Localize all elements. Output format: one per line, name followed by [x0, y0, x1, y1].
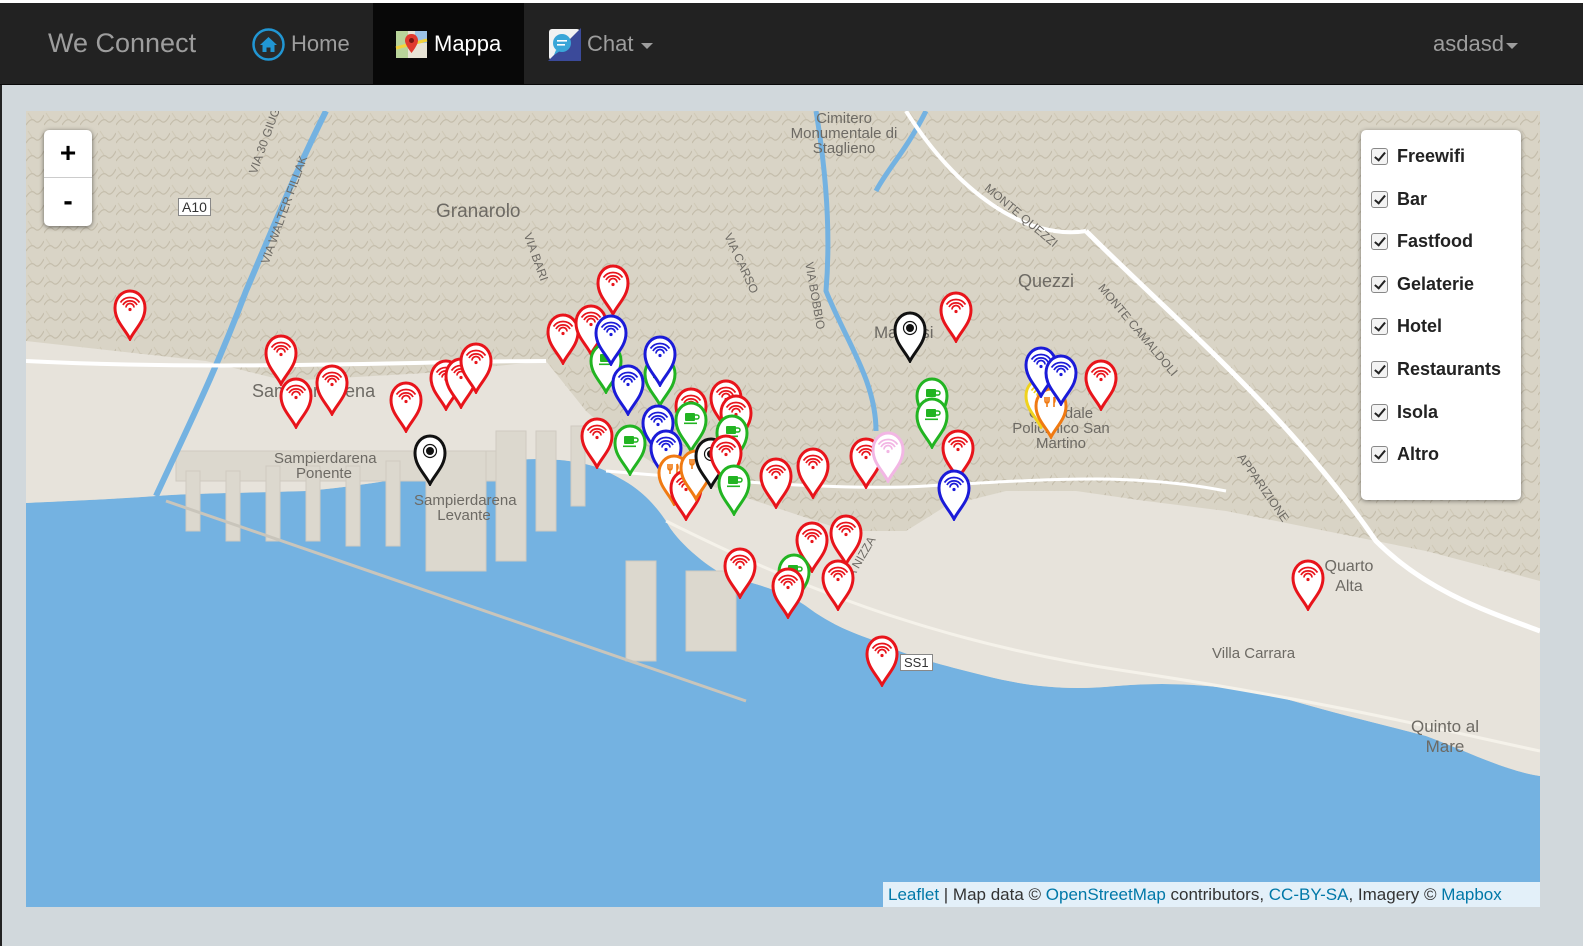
- nav-home[interactable]: Home: [252, 3, 350, 85]
- poi-marker-icon[interactable]: [412, 434, 448, 488]
- checkbox[interactable]: [1371, 318, 1388, 336]
- layer-hotel[interactable]: Hotel: [1361, 316, 1521, 359]
- layer-label: Freewifi: [1397, 146, 1466, 166]
- place-label: SS1: [900, 654, 933, 671]
- brand-logo[interactable]: We Connect: [48, 23, 196, 63]
- bar-marker-icon[interactable]: [716, 464, 752, 518]
- place-label: Sampierdarena Levante: [414, 492, 517, 524]
- attribution-text: contributors,: [1165, 885, 1269, 904]
- wifi-marker-icon[interactable]: [388, 381, 424, 435]
- wifi-marker-icon[interactable]: [314, 364, 350, 418]
- layer-label: Restaurants: [1397, 358, 1502, 379]
- hotel-marker-icon[interactable]: [936, 469, 972, 523]
- chevron-down-icon: [641, 42, 654, 49]
- layer-control: Freewifi Bar Fastfood Gelaterie Hotel Re…: [1361, 130, 1521, 500]
- layer-isola[interactable]: Isola: [1361, 402, 1521, 445]
- checkbox[interactable]: [1371, 190, 1388, 208]
- layer-altro[interactable]: Altro: [1361, 444, 1521, 487]
- place-label: Cimitero Monumentale di Staglieno: [790, 111, 898, 157]
- wifi-marker-icon[interactable]: [595, 264, 631, 318]
- zoom-out-button[interactable]: -: [44, 178, 92, 226]
- nav-home-label: Home: [291, 31, 350, 56]
- checkbox[interactable]: [1371, 275, 1388, 293]
- layer-label: Altro: [1397, 444, 1439, 465]
- hotel-marker-icon[interactable]: [593, 314, 629, 368]
- wifi-marker-icon[interactable]: [820, 559, 856, 613]
- layer-label: Bar: [1397, 188, 1428, 209]
- wifi-marker-icon[interactable]: [758, 457, 794, 511]
- home-icon: [252, 27, 285, 61]
- layer-gelaterie[interactable]: Gelaterie: [1361, 274, 1521, 317]
- place-label: Quezzi: [1018, 271, 1075, 291]
- mapbox-link[interactable]: Mapbox: [1441, 885, 1501, 904]
- license-link[interactable]: CC-BY-SA: [1269, 885, 1349, 904]
- wifi-marker-icon[interactable]: [864, 635, 900, 689]
- zoom-control: + -: [44, 130, 92, 226]
- attribution-text: | Map data ©: [939, 885, 1046, 904]
- attribution-text: , Imagery ©: [1348, 885, 1442, 904]
- checkbox[interactable]: [1371, 446, 1388, 464]
- checkbox[interactable]: [1371, 233, 1388, 251]
- checkbox[interactable]: [1371, 360, 1388, 378]
- layer-label: Isola: [1397, 401, 1439, 422]
- map-icon: [395, 28, 428, 61]
- layer-bar[interactable]: Bar: [1361, 189, 1521, 232]
- leaflet-link[interactable]: Leaflet: [888, 885, 939, 904]
- place-label: Granarolo: [436, 201, 521, 222]
- wifi-marker-icon[interactable]: [938, 291, 974, 345]
- layer-label: Gelaterie: [1397, 273, 1475, 294]
- layer-fastfood[interactable]: Fastfood: [1361, 231, 1521, 274]
- osm-link[interactable]: OpenStreetMap: [1046, 885, 1166, 904]
- place-label: Villa Carrara: [1212, 645, 1296, 662]
- place-label: Quinto al Mare: [1410, 717, 1480, 756]
- user-menu-label: asdasd: [1433, 31, 1504, 56]
- map-attribution: Leaflet | Map data © OpenStreetMap contr…: [883, 882, 1540, 907]
- checkbox[interactable]: [1371, 148, 1388, 165]
- place-label: Sampierdarena Ponente: [274, 450, 377, 482]
- nav-chat-label: Chat: [587, 31, 634, 56]
- checkbox[interactable]: [1371, 403, 1388, 421]
- chat-icon: [548, 27, 581, 61]
- layer-label: Hotel: [1397, 316, 1442, 337]
- wifi-marker-icon[interactable]: [770, 567, 806, 621]
- hotel-marker-icon[interactable]: [1043, 354, 1079, 408]
- hotel-marker-icon[interactable]: [642, 335, 678, 389]
- wifi-marker-icon[interactable]: [112, 289, 148, 343]
- layer-label: Fastfood: [1397, 231, 1473, 252]
- wifi-marker-icon[interactable]: [278, 377, 314, 431]
- map[interactable]: Cimitero Monumentale di Staglieno Granaro…: [26, 111, 1540, 907]
- navbar: We Connect Home Mappa Chat asdasd: [0, 0, 1583, 85]
- gelaterie-marker-icon[interactable]: [870, 431, 906, 485]
- place-label: A10: [178, 198, 211, 216]
- user-menu[interactable]: asdasd: [1433, 3, 1518, 85]
- wifi-marker-icon[interactable]: [1290, 559, 1326, 613]
- wifi-marker-icon[interactable]: [795, 447, 831, 501]
- wifi-marker-icon[interactable]: [1083, 359, 1119, 413]
- nav-map[interactable]: Mappa: [373, 3, 524, 85]
- nav-chat-dropdown[interactable]: Chat: [548, 3, 654, 85]
- layer-restaurants[interactable]: Restaurants: [1361, 359, 1521, 402]
- chevron-down-icon: [1506, 42, 1518, 49]
- zoom-in-button[interactable]: +: [44, 130, 92, 178]
- poi-marker-icon[interactable]: [892, 311, 928, 365]
- wifi-marker-icon[interactable]: [722, 547, 758, 601]
- layer-freewifi[interactable]: Freewifi: [1361, 146, 1521, 189]
- nav-map-label: Mappa: [434, 31, 502, 56]
- wifi-marker-icon[interactable]: [458, 342, 494, 396]
- wifi-marker-icon[interactable]: [579, 417, 615, 471]
